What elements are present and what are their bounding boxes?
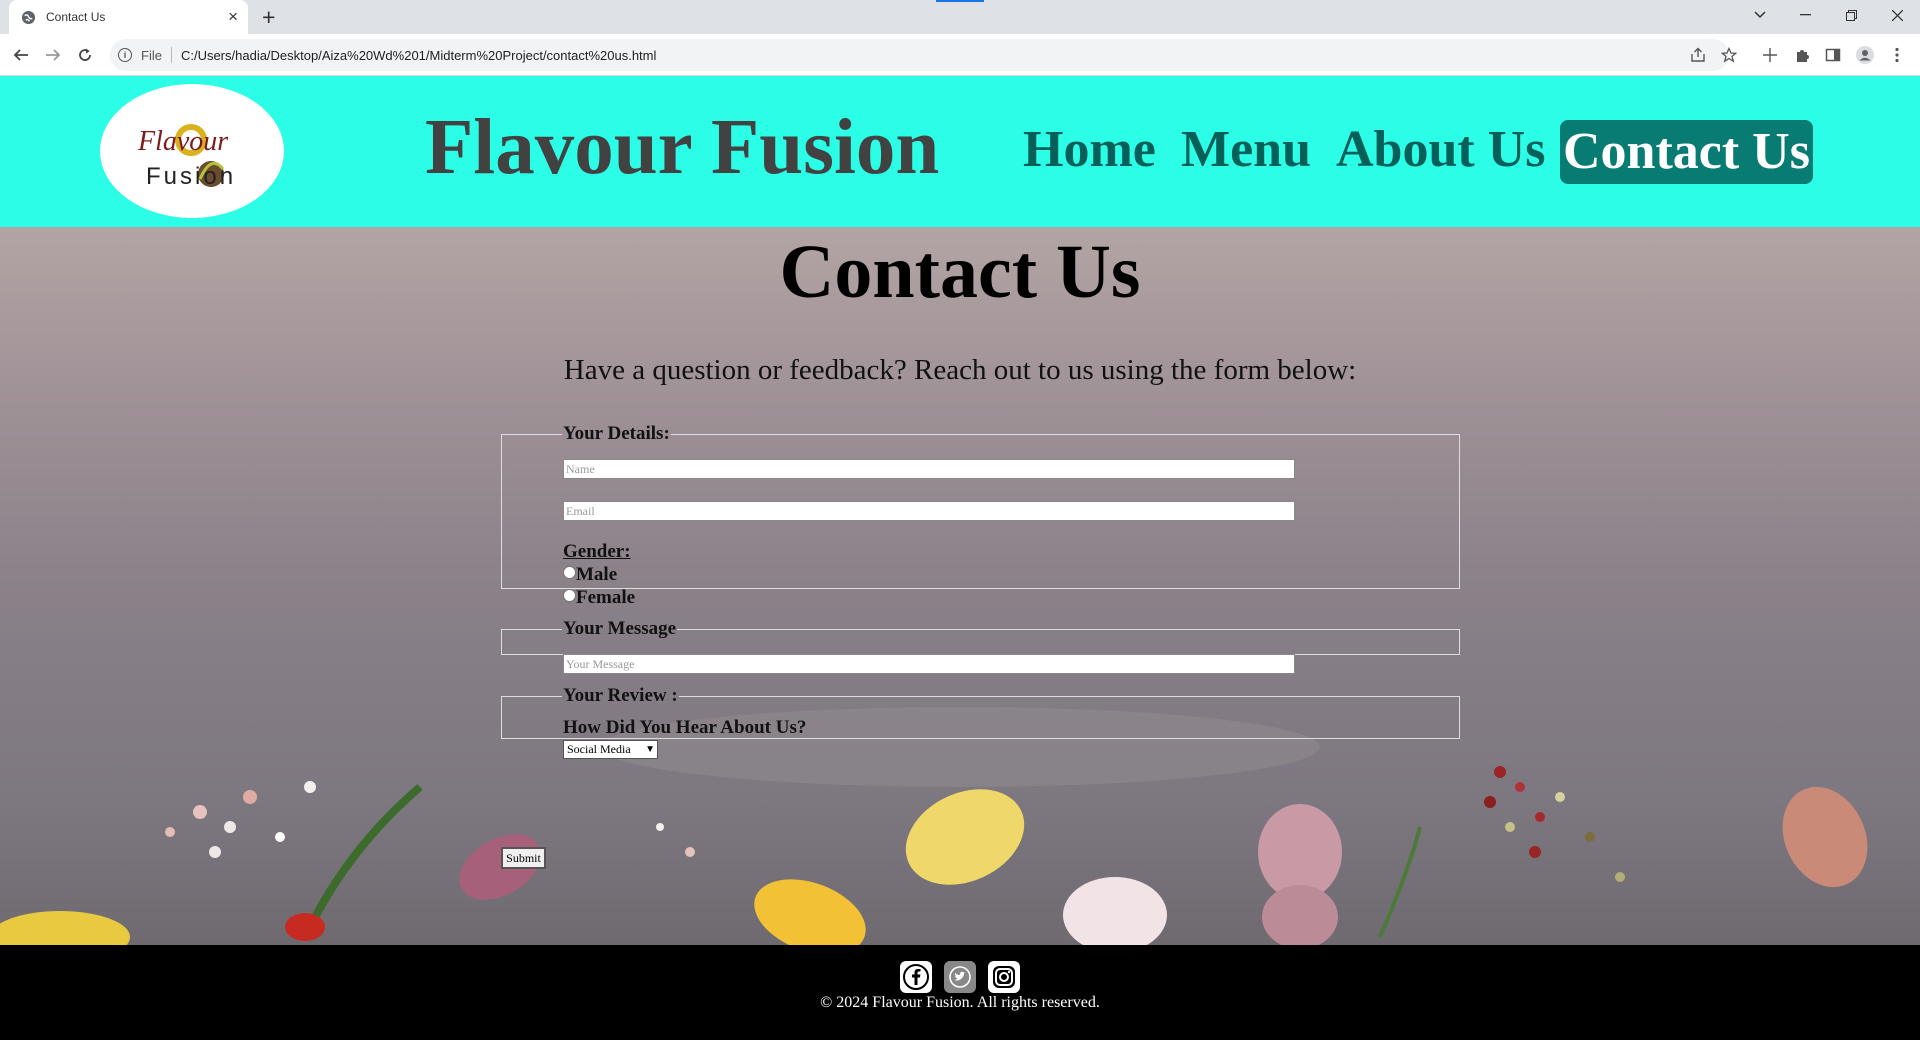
- review-fieldset: Your Review : How Did You Hear About Us?…: [501, 685, 1460, 759]
- tab-groups-icon[interactable]: [1760, 45, 1780, 65]
- chevron-down-icon: [1754, 11, 1766, 19]
- restore-button[interactable]: [1828, 0, 1874, 30]
- gender-female-option[interactable]: Female: [563, 587, 635, 609]
- twitter-icon[interactable]: [944, 961, 976, 993]
- minimize-icon: [1799, 14, 1811, 16]
- browser-tab[interactable]: Contact Us ×: [9, 0, 248, 34]
- close-window-button[interactable]: [1874, 0, 1920, 30]
- message-legend: Your Message: [563, 618, 677, 639]
- kebab-menu-icon[interactable]: [1887, 45, 1907, 65]
- site-logo[interactable]: Flavour Fusion: [100, 84, 284, 218]
- hear-about-select[interactable]: Social Media ▼: [563, 740, 658, 759]
- browser-tab-strip: Contact Us × +: [0, 0, 1920, 34]
- gender-male-option[interactable]: Male: [563, 564, 617, 586]
- restore-icon: [1845, 9, 1857, 21]
- copyright-text: © 2024 Flavour Fusion. All rights reserv…: [820, 994, 1100, 1011]
- tab-title: Contact Us: [46, 10, 106, 24]
- page-viewport: Flavour Fusion Flavour Fusion Home Menu …: [0, 76, 1920, 1040]
- logo-word-2: Fusion: [146, 163, 236, 190]
- nav-menu[interactable]: Menu: [1181, 120, 1311, 180]
- close-icon: [1891, 9, 1903, 21]
- gender-label: Gender:: [563, 541, 631, 562]
- chevron-down-icon: ▼: [645, 744, 655, 755]
- intro-text: Have a question or feedback? Reach out t…: [563, 354, 1357, 386]
- new-tab-button[interactable]: +: [262, 5, 275, 29]
- site-title: Flavour Fusion: [425, 104, 940, 191]
- email-input[interactable]: Email: [563, 501, 1295, 521]
- profile-avatar-icon[interactable]: [1855, 45, 1875, 65]
- logo-word-1: Flavour: [137, 126, 228, 157]
- page-heading: Contact Us: [779, 230, 1141, 314]
- address-bar[interactable]: i File C:/Users/hadia/Desktop/Aiza%20Wd%…: [110, 39, 1729, 71]
- nav-contact-us[interactable]: Contact Us: [1560, 120, 1813, 184]
- close-tab-icon[interactable]: ×: [228, 8, 238, 25]
- minimize-button[interactable]: [1782, 0, 1828, 30]
- address-scheme: File: [141, 47, 162, 63]
- female-label: Female: [576, 587, 636, 608]
- extensions-puzzle-icon[interactable]: [1792, 45, 1812, 65]
- bookmark-star-icon[interactable]: [1719, 45, 1739, 65]
- male-label: Male: [576, 564, 618, 585]
- details-legend: Your Details:: [563, 423, 670, 444]
- review-legend: Your Review :: [563, 685, 678, 706]
- message-input[interactable]: Your Message: [563, 654, 1295, 674]
- share-icon[interactable]: [1688, 45, 1708, 65]
- facebook-icon[interactable]: [900, 961, 932, 993]
- logo-graphic: Flavour Fusion: [137, 124, 236, 190]
- male-radio[interactable]: [563, 566, 576, 579]
- back-arrow-icon[interactable]: [10, 44, 32, 66]
- site-info-icon[interactable]: i: [118, 48, 132, 62]
- submit-button[interactable]: Submit: [501, 847, 546, 869]
- globe-icon: [21, 10, 36, 24]
- reload-icon[interactable]: [74, 44, 96, 66]
- site-footer: © 2024 Flavour Fusion. All rights reserv…: [0, 945, 1920, 1040]
- address-divider: [170, 47, 172, 63]
- instagram-icon[interactable]: [988, 961, 1020, 993]
- nav-home[interactable]: Home: [1023, 120, 1156, 180]
- tab-indicator: [936, 0, 984, 2]
- contact-section: Contact Us Have a question or feedback? …: [0, 227, 1920, 945]
- details-fieldset: Your Details: Name Email Gender: Male Fe…: [501, 423, 1460, 608]
- hear-about-label: How Did You Hear About Us?: [563, 717, 807, 738]
- female-radio[interactable]: [563, 589, 576, 602]
- site-header: Flavour Fusion Flavour Fusion Home Menu …: [0, 76, 1920, 227]
- address-url[interactable]: C:/Users/hadia/Desktop/Aiza%20Wd%201/Mid…: [181, 48, 656, 63]
- browser-toolbar: i File C:/Users/hadia/Desktop/Aiza%20Wd%…: [0, 34, 1920, 76]
- forward-arrow-icon[interactable]: [42, 44, 64, 66]
- hear-about-selected: Social Media: [567, 742, 631, 756]
- tab-search-button[interactable]: [1737, 0, 1783, 30]
- side-panel-icon[interactable]: [1823, 45, 1843, 65]
- message-fieldset: Your Message Your Message: [501, 618, 1460, 674]
- nav-about-us[interactable]: About Us: [1336, 120, 1546, 180]
- name-input[interactable]: Name: [563, 459, 1295, 479]
